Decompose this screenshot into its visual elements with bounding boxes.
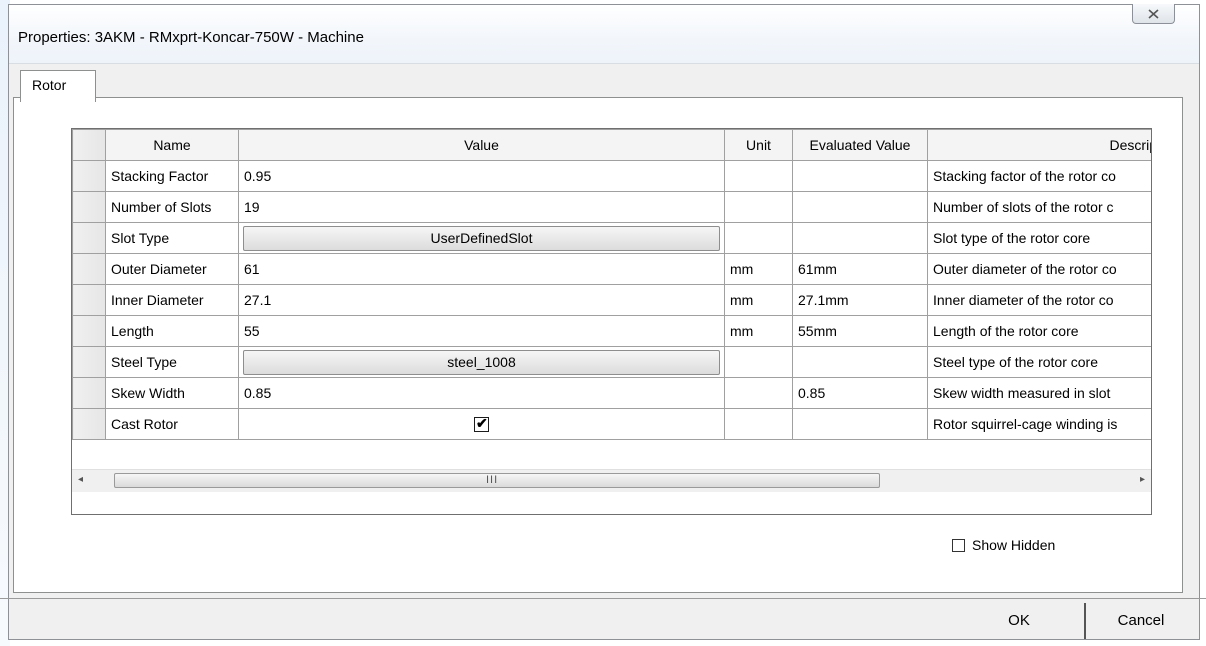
horizontal-scrollbar[interactable]: ◂ III ▸ [72, 469, 1151, 492]
property-description: Skew width measured in slot [927, 377, 1151, 409]
checkmark-icon: ✔ [476, 415, 488, 432]
property-description: Number of slots of the rotor c [927, 191, 1151, 223]
property-evaluated [792, 408, 928, 440]
row-header[interactable] [72, 284, 106, 316]
scrollbar-thumb[interactable]: III [114, 473, 880, 488]
ok-button[interactable]: OK [955, 603, 1083, 639]
show-hidden-checkbox[interactable] [952, 538, 965, 552]
property-name: Stacking Factor [105, 160, 239, 192]
show-hidden-label: Show Hidden [972, 537, 1056, 553]
property-evaluated [792, 191, 928, 223]
row-header[interactable] [72, 315, 106, 347]
table-row: Cast Rotor ✔ Rotor squirrel-cage winding… [72, 408, 1151, 440]
property-description: Length of the rotor core [927, 315, 1151, 347]
scroll-left-icon[interactable]: ◂ [78, 474, 83, 485]
property-unit[interactable] [724, 160, 793, 192]
column-header-evaluated-value[interactable]: Evaluated Value [792, 129, 928, 161]
cancel-button[interactable]: Cancel [1084, 603, 1196, 639]
table-row: Length 55 mm 55mm Length of the rotor co… [72, 315, 1151, 347]
property-name: Outer Diameter [105, 253, 239, 285]
property-value-input[interactable]: 0.85 [238, 377, 725, 409]
property-unit [724, 408, 793, 440]
tab-rotor[interactable]: Rotor [20, 70, 96, 102]
property-name: Slot Type [105, 222, 239, 254]
property-value-input[interactable]: 61 [238, 253, 725, 285]
title-bar: Properties: 3AKM - RMxprt-Koncar-750W - … [9, 4, 1199, 64]
column-header-unit[interactable]: Unit [724, 129, 793, 161]
property-evaluated [792, 160, 928, 192]
property-name: Skew Width [105, 377, 239, 409]
table-row: Steel Type steel_1008 Steel type of the … [72, 346, 1151, 378]
property-name: Inner Diameter [105, 284, 239, 316]
tab-rotor-label: Rotor [32, 77, 67, 93]
property-value-input[interactable]: 27.1 [238, 284, 725, 316]
property-name: Length [105, 315, 239, 347]
row-header[interactable] [72, 377, 106, 409]
property-name: Steel Type [105, 346, 239, 378]
close-button[interactable] [1132, 4, 1175, 24]
property-evaluated: 27.1mm [792, 284, 928, 316]
row-header[interactable] [72, 222, 106, 254]
table-row: Inner Diameter 27.1 mm 27.1mm Inner diam… [72, 284, 1151, 316]
column-header-description[interactable]: Descrip [927, 129, 1151, 161]
column-header-name[interactable]: Name [105, 129, 239, 161]
row-header[interactable] [72, 346, 106, 378]
header-row: Name Value Unit Evaluated Value Descrip [72, 129, 1151, 161]
property-value-input[interactable]: 55 [238, 315, 725, 347]
column-header-value[interactable]: Value [238, 129, 725, 161]
table-row: Slot Type UserDefinedSlot Slot type of t… [72, 222, 1151, 254]
property-unit[interactable]: mm [724, 284, 793, 316]
steel-type-button[interactable]: steel_1008 [243, 349, 720, 375]
property-description: Outer diameter of the rotor co [927, 253, 1151, 285]
row-header[interactable] [72, 160, 106, 192]
table-row: Outer Diameter 61 mm 61mm Outer diameter… [72, 253, 1151, 285]
table-row: Skew Width 0.85 0.85 Skew width measured… [72, 377, 1151, 409]
property-value-input[interactable]: 19 [238, 191, 725, 223]
property-unit[interactable]: mm [724, 315, 793, 347]
property-name: Number of Slots [105, 191, 239, 223]
property-evaluated: 55mm [792, 315, 928, 347]
scroll-right-icon[interactable]: ▸ [1140, 474, 1145, 485]
table-row: Stacking Factor 0.95 Stacking factor of … [72, 160, 1151, 192]
row-header[interactable] [72, 253, 106, 285]
property-description: Slot type of the rotor core [927, 222, 1151, 254]
property-value-cell: steel_1008 [238, 346, 725, 378]
property-value-cell: UserDefinedSlot [238, 222, 725, 254]
close-icon [1148, 8, 1159, 19]
property-description: Rotor squirrel-cage winding is [927, 408, 1151, 440]
divider [0, 598, 1206, 599]
property-unit[interactable] [724, 191, 793, 223]
property-name: Cast Rotor [105, 408, 239, 440]
property-unit [724, 346, 793, 378]
scrollbar-grip-icon: III [486, 474, 499, 486]
show-hidden-option[interactable]: Show Hidden [952, 537, 1055, 553]
property-table: Name Value Unit Evaluated Value Descrip … [72, 129, 1151, 440]
row-header[interactable] [72, 408, 106, 440]
property-evaluated [792, 222, 928, 254]
property-evaluated [792, 346, 928, 378]
property-value-cell: ✔ [238, 408, 725, 440]
window-title: Properties: 3AKM - RMxprt-Koncar-750W - … [18, 29, 364, 46]
property-description: Stacking factor of the rotor co [927, 160, 1151, 192]
property-description: Inner diameter of the rotor co [927, 284, 1151, 316]
corner-header [72, 129, 106, 161]
property-unit [724, 377, 793, 409]
row-header[interactable] [72, 191, 106, 223]
property-grid: Name Value Unit Evaluated Value Descrip … [71, 128, 1152, 515]
slot-type-button[interactable]: UserDefinedSlot [243, 225, 720, 251]
cast-rotor-checkbox[interactable]: ✔ [474, 415, 489, 433]
property-evaluated: 61mm [792, 253, 928, 285]
property-unit[interactable]: mm [724, 253, 793, 285]
table-row: Number of Slots 19 Number of slots of th… [72, 191, 1151, 223]
property-value-input[interactable]: 0.95 [238, 160, 725, 192]
property-description: Steel type of the rotor core [927, 346, 1151, 378]
property-unit [724, 222, 793, 254]
property-evaluated: 0.85 [792, 377, 928, 409]
